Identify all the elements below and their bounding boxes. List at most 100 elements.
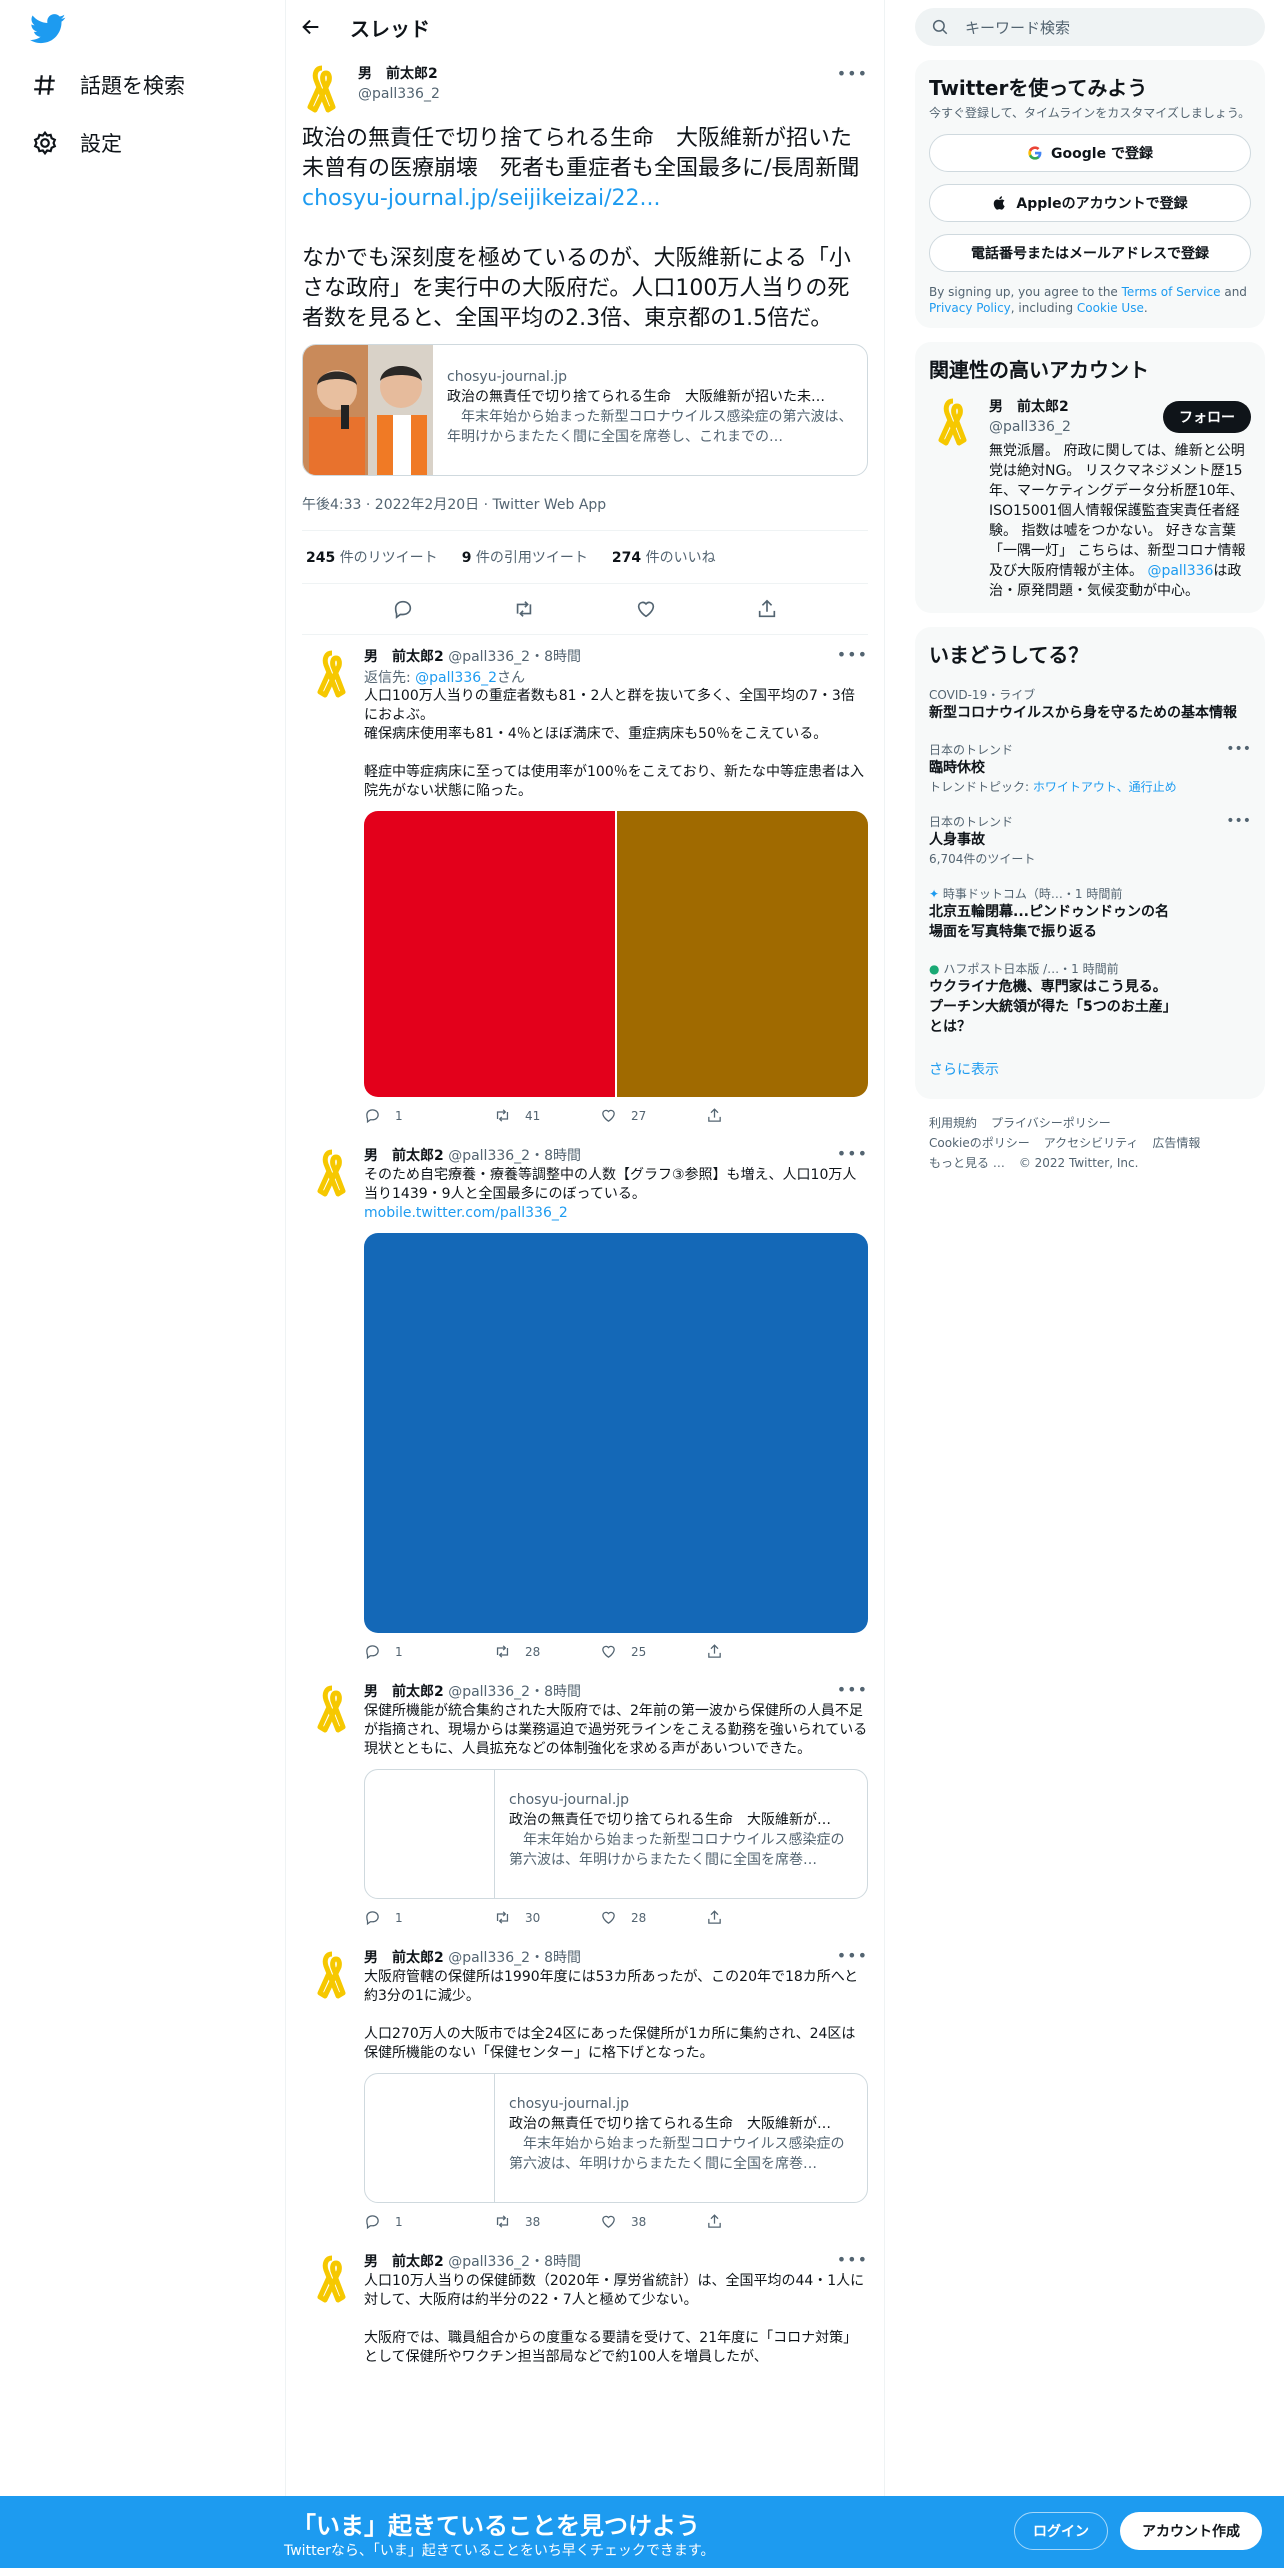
yellow-ribbon-avatar[interactable] xyxy=(312,1684,352,1734)
reply-handle-time[interactable]: @pall336_2・8時間 xyxy=(448,1950,581,1966)
like-button[interactable]: 38 xyxy=(600,2213,706,2230)
reply-to-handle[interactable]: @pall336_2 xyxy=(415,670,497,686)
reply-tweet[interactable]: 男 前太郎2 @pall336_2・8時間 ••• そのため自宅療養・療養等調整中… xyxy=(286,1134,884,1670)
news-item[interactable]: ● ハフポスト日本版 /…・1 時間前 ウクライナ危機、専門家はこう見る。プーチ… xyxy=(929,960,1251,1037)
media-image-right[interactable] xyxy=(617,811,868,1097)
search-box[interactable]: キーワード検索 xyxy=(915,8,1265,46)
create-account-button[interactable]: アカウント作成 xyxy=(1120,2512,1262,2550)
reply-button[interactable]: 1 xyxy=(364,2213,470,2230)
media-image-left[interactable] xyxy=(364,811,617,1097)
reply-handle-time[interactable]: @pall336_2・8時間 xyxy=(448,1684,581,1700)
yellow-ribbon-avatar[interactable] xyxy=(312,2254,352,2304)
terms-including: , including xyxy=(1010,301,1077,315)
yellow-ribbon-avatar[interactable] xyxy=(312,1950,352,2000)
trend-item[interactable]: 日本のトレンド 人身事故 6,704件のツイート ••• xyxy=(929,813,1251,867)
reply-handle-time[interactable]: @pall336_2・8時間 xyxy=(448,2254,581,2270)
apple-signup-button[interactable]: Appleのアカウントで登録 xyxy=(929,184,1251,222)
reply-display-name[interactable]: 男 前太郎2 xyxy=(364,2254,444,2270)
news-item[interactable]: ✦ 時事ドットコム（時…・1 時間前 北京五輪閉幕...ピンドゥンドゥンの名場面… xyxy=(929,885,1251,942)
link-card[interactable]: chosyu-journal.jp 政治の無責任で切り捨てられる生命 大阪維新が… xyxy=(302,344,868,476)
footer-accessibility-link[interactable]: アクセシビリティ xyxy=(1044,1136,1139,1150)
trend-topics-links[interactable]: ホワイトアウト、通行止め xyxy=(1033,780,1177,794)
follow-button[interactable]: フォロー xyxy=(1163,401,1251,433)
cookie-use-link[interactable]: Cookie Use xyxy=(1077,301,1144,315)
trend-item[interactable]: 日本のトレンド 臨時休校 トレンドトピック: ホワイトアウト、通行止め ••• xyxy=(929,741,1251,795)
footer-more-link[interactable]: もっと見る … xyxy=(929,1156,1005,1170)
footer-ads-link[interactable]: 広告情報 xyxy=(1152,1136,1200,1150)
quotes-stat[interactable]: 9 件の引用ツイート xyxy=(462,547,588,567)
yellow-ribbon-avatar[interactable] xyxy=(312,1148,352,1198)
nav-explore[interactable]: 話題を検索 xyxy=(32,70,185,100)
more-options-icon[interactable]: ••• xyxy=(837,64,868,83)
link-card[interactable]: chosyu-journal.jp 政治の無責任で切り捨てられる生命 大阪維新が… xyxy=(364,1769,868,1899)
google-signup-button[interactable]: Google で登録 xyxy=(929,134,1251,172)
more-options-icon[interactable]: ••• xyxy=(837,1144,868,1164)
tweet-timestamp[interactable]: 午後4:33 · 2022年2月20日 · Twitter Web App xyxy=(302,494,868,531)
retweet-button[interactable]: 30 xyxy=(494,1909,600,1926)
like-button[interactable]: 28 xyxy=(600,1909,706,1926)
news-source: ハフポスト日本版 /…・1 時間前 xyxy=(943,962,1119,976)
yellow-ribbon-avatar[interactable] xyxy=(929,397,977,447)
like-button[interactable]: 27 xyxy=(600,1107,706,1124)
privacy-policy-link[interactable]: Privacy Policy xyxy=(929,301,1011,315)
account-bio-link[interactable]: @pall336 xyxy=(1147,563,1213,579)
share-button[interactable] xyxy=(706,1107,812,1124)
like-heart-icon[interactable] xyxy=(635,598,657,620)
nav-settings[interactable]: 設定 xyxy=(32,128,122,158)
reply-tweet[interactable]: 男 前太郎2 @pall336_2・8時間 ••• 大阪府管轄の保健所は1990年… xyxy=(286,1936,884,2240)
reply-tweet[interactable]: 男 前太郎2 @pall336_2・8時間 ••• 人口10万人当りの保健師数（2… xyxy=(286,2240,884,2377)
retweet-button[interactable]: 41 xyxy=(494,1107,600,1124)
retweets-stat[interactable]: 245 件のリツイート xyxy=(306,547,438,567)
reply-display-name[interactable]: 男 前太郎2 xyxy=(364,1148,444,1164)
more-options-icon[interactable]: ••• xyxy=(1226,813,1251,829)
main-tweet-actions xyxy=(302,584,868,635)
reply-count: 1 xyxy=(395,1108,403,1123)
reply-icon[interactable] xyxy=(392,598,414,620)
footer-terms-link[interactable]: 利用規約 xyxy=(929,1116,977,1130)
reply-tweet[interactable]: 男 前太郎2 @pall336_2・8時間 ••• 保健所機能が統合集約された大阪… xyxy=(286,1670,884,1936)
main-tweet-link[interactable]: chosyu-journal.jp/seijikeizai/22... xyxy=(302,186,661,211)
yellow-ribbon-avatar[interactable] xyxy=(312,649,352,699)
reply-display-name[interactable]: 男 前太郎2 xyxy=(364,1684,444,1700)
retweet-icon[interactable] xyxy=(513,598,535,620)
likes-stat[interactable]: 274 件のいいね xyxy=(612,547,716,567)
trend-item[interactable]: COVID-19・ライブ 新型コロナウイルスから身を守るための基本情報 xyxy=(929,686,1251,723)
terms-of-service-link[interactable]: Terms of Service xyxy=(1122,285,1221,299)
show-more-link[interactable]: さらに表示 xyxy=(929,1059,1251,1087)
more-options-icon[interactable]: ••• xyxy=(837,645,868,665)
reply-display-name[interactable]: 男 前太郎2 xyxy=(364,1950,444,1966)
share-button[interactable] xyxy=(706,1909,812,1926)
main-tweet-display-name[interactable]: 男 前太郎2 xyxy=(358,64,440,84)
like-button[interactable]: 25 xyxy=(600,1643,706,1660)
footer-cookie-link[interactable]: Cookieのポリシー xyxy=(929,1136,1030,1150)
more-options-icon[interactable]: ••• xyxy=(1226,741,1251,757)
reply-handle-time[interactable]: @pall336_2・8時間 xyxy=(448,649,581,665)
reply-button[interactable]: 1 xyxy=(364,1643,470,1660)
relevant-account[interactable]: 男 前太郎2 @pall336_2 無党派層。 府政に関しては、維新と公明党は絶… xyxy=(929,397,1251,601)
reply-display-name[interactable]: 男 前太郎2 xyxy=(364,649,444,665)
share-button[interactable] xyxy=(706,1643,812,1660)
retweet-button[interactable]: 38 xyxy=(494,2213,600,2230)
more-options-icon[interactable]: ••• xyxy=(837,1680,868,1700)
share-icon[interactable] xyxy=(756,598,778,620)
more-options-icon[interactable]: ••• xyxy=(837,1946,868,1966)
signup-title: Twitterを使ってみよう xyxy=(929,76,1148,100)
reply-handle-time[interactable]: @pall336_2・8時間 xyxy=(448,1148,581,1164)
yellow-ribbon-avatar[interactable] xyxy=(302,64,342,114)
footer-privacy-link[interactable]: プライバシーポリシー xyxy=(991,1116,1111,1130)
share-button[interactable] xyxy=(706,2213,812,2230)
retweet-button[interactable]: 28 xyxy=(494,1643,600,1660)
twitter-logo-icon[interactable] xyxy=(30,14,66,44)
link-card[interactable]: chosyu-journal.jp 政治の無責任で切り捨てられる生命 大阪維新が… xyxy=(364,2073,868,2203)
email-signup-button[interactable]: 電話番号またはメールアドレスで登録 xyxy=(929,234,1251,272)
login-button[interactable]: ログイン xyxy=(1014,2512,1108,2550)
reply-link[interactable]: mobile.twitter.com/pall336_2 xyxy=(364,1205,568,1221)
reply-button[interactable]: 1 xyxy=(364,1909,470,1926)
back-arrow-icon[interactable] xyxy=(300,16,322,38)
more-options-icon[interactable]: ••• xyxy=(837,2250,868,2270)
reply-button[interactable]: 1 xyxy=(364,1107,470,1124)
reply-tweet[interactable]: 男 前太郎2 @pall336_2・8時間 ••• 返信先: @pall336_2… xyxy=(286,635,884,1134)
main-tweet-handle[interactable]: @pall336_2 xyxy=(358,84,440,104)
reply-media[interactable] xyxy=(364,1233,868,1633)
reply-media[interactable] xyxy=(364,811,868,1097)
